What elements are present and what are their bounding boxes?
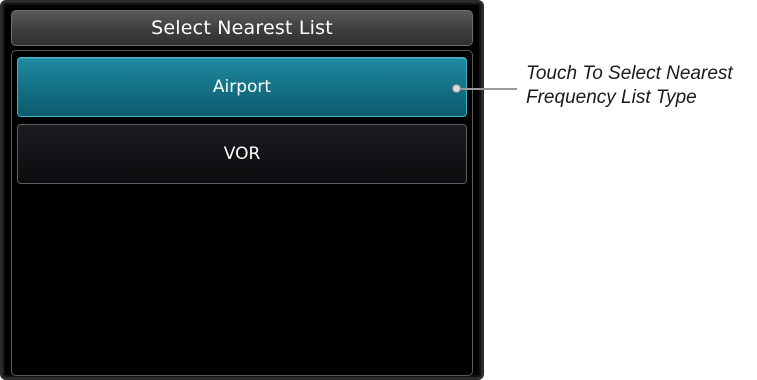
stage: Select Nearest List Airport VOR Touch To… <box>0 0 757 380</box>
list-panel: Airport VOR <box>11 50 473 376</box>
airport-button[interactable]: Airport <box>17 57 467 117</box>
dialog-title: Select Nearest List <box>11 10 473 46</box>
callout-line <box>457 88 517 90</box>
annotation-line-2: Frequency List Type <box>526 87 697 108</box>
callout-dot <box>452 84 461 93</box>
vor-button[interactable]: VOR <box>17 124 467 184</box>
device-screen: Select Nearest List Airport VOR <box>0 0 484 380</box>
annotation-line-1: Touch To Select Nearest <box>526 63 733 84</box>
callout-annotation: Touch To Select Nearest Frequency List T… <box>526 62 757 110</box>
